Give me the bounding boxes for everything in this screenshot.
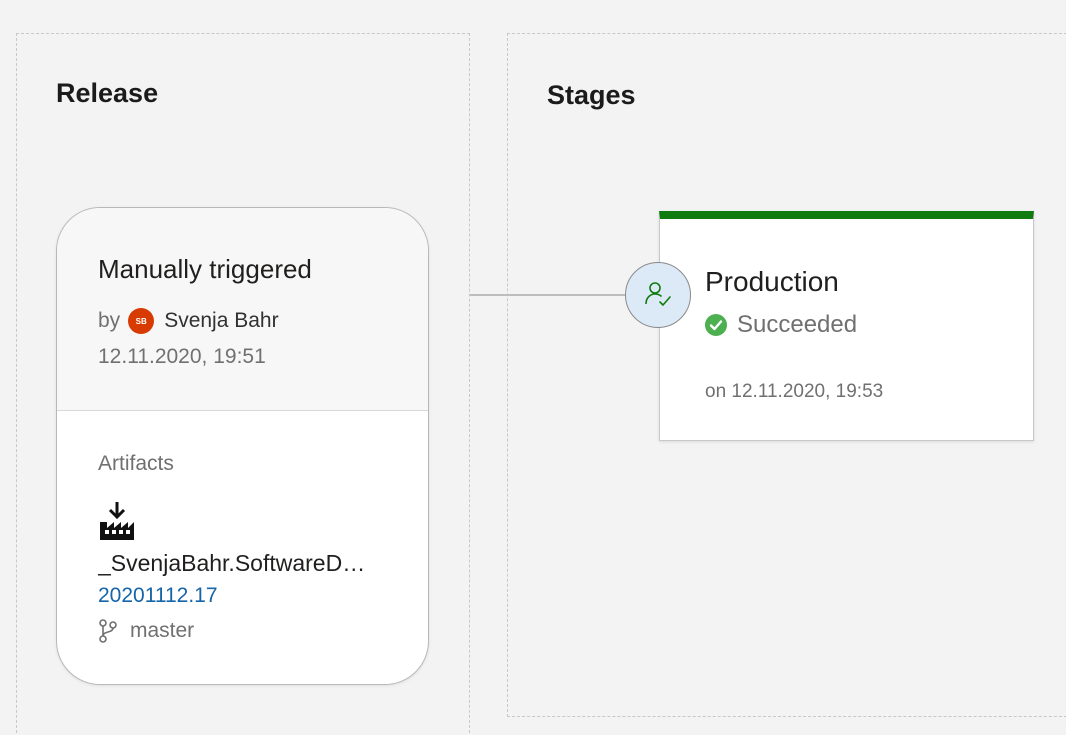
stage-date: on 12.11.2020, 19:53 <box>705 381 884 402</box>
user-avatar: SB <box>128 308 155 334</box>
by-label: by <box>98 309 121 332</box>
pre-deployment-approval-button[interactable] <box>625 262 691 328</box>
trigger-title: Manually triggered <box>98 254 312 284</box>
branch-name: master <box>130 619 195 642</box>
git-branch-icon <box>99 619 117 643</box>
stage-status: Succeeded <box>705 311 857 339</box>
release-card[interactable]: Manually triggered by SB Svenja Bahr 12.… <box>56 207 429 685</box>
build-artifact-icon <box>100 502 134 540</box>
user-name: Svenja Bahr <box>164 309 279 332</box>
stage-name: Production <box>705 266 839 297</box>
stages-panel-title: Stages <box>547 80 636 110</box>
stage-status-label: Succeeded <box>737 311 858 338</box>
release-panel-title: Release <box>56 78 159 108</box>
approver-check-icon <box>645 282 671 306</box>
pipeline-connector <box>470 294 630 296</box>
release-pipeline-canvas: Release Stages Manually triggered by SB … <box>0 0 1066 735</box>
branch-row: master <box>98 619 194 643</box>
artifacts-label: Artifacts <box>98 452 174 475</box>
release-trigger-section: Manually triggered by SB Svenja Bahr 12.… <box>57 208 428 411</box>
artifact-name: _SvenjaBahr.SoftwareD… <box>98 550 366 576</box>
triggered-by-row: by SB Svenja Bahr <box>98 308 279 334</box>
trigger-date: 12.11.2020, 19:51 <box>98 345 266 368</box>
stage-card-production[interactable]: Production Succeeded on 12.11.2020, 19:5… <box>659 211 1034 441</box>
artifact-version-link[interactable]: 20201112.17 <box>98 584 218 608</box>
success-check-icon <box>705 314 727 336</box>
